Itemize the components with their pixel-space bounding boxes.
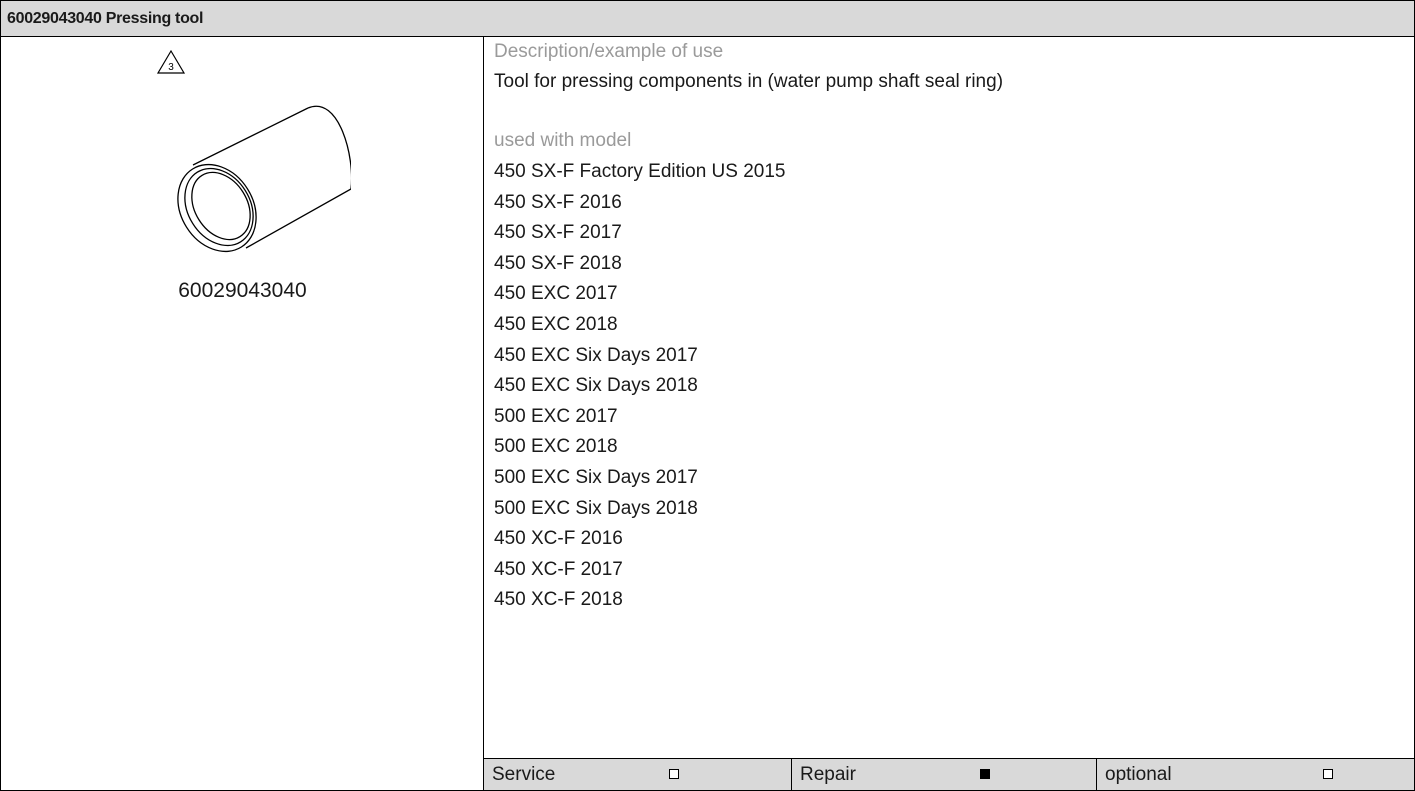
models-label: used with model <box>494 130 632 151</box>
pressing-tool-icon <box>177 105 351 253</box>
model-item: 500 EXC 2017 <box>494 405 618 427</box>
model-item: 500 EXC 2018 <box>494 436 618 458</box>
model-item: 450 XC-F 2018 <box>494 589 623 611</box>
tool-sheet: 60029043040 Pressing tool 3 60029043040 <box>0 0 1415 791</box>
warning-number: 3 <box>168 62 174 73</box>
model-item: 450 EXC Six Days 2018 <box>494 375 698 397</box>
usage-footer: Service Repair optional <box>484 758 1414 790</box>
description-text: Tool for pressing components in (water p… <box>494 71 1004 92</box>
repair-label: Repair <box>800 764 856 785</box>
model-item: 450 EXC Six Days 2017 <box>494 344 698 366</box>
tool-image-panel: 3 60029043040 <box>1 37 484 790</box>
repair-cell: Repair <box>791 759 1096 790</box>
service-label: Service <box>492 764 556 785</box>
repair-checkbox <box>980 769 990 779</box>
optional-cell: optional <box>1096 759 1414 790</box>
part-number: 60029043040 <box>178 279 307 302</box>
model-item: 500 EXC Six Days 2018 <box>494 497 698 519</box>
tool-header: 60029043040 Pressing tool <box>1 1 1414 37</box>
warning-triangle-icon: 3 <box>156 49 186 74</box>
optional-checkbox <box>1323 769 1333 779</box>
tool-title: 60029043040 Pressing tool <box>7 10 204 27</box>
tool-details-panel: Description/example of use Tool for pres… <box>484 37 1414 790</box>
model-item: 450 SX-F 2016 <box>494 191 622 213</box>
optional-label: optional <box>1105 764 1172 785</box>
model-item: 450 XC-F 2017 <box>494 558 623 580</box>
description-label: Description/example of use <box>494 41 724 62</box>
model-item: 450 SX-F 2018 <box>494 252 622 274</box>
model-item: 450 XC-F 2016 <box>494 528 623 550</box>
service-checkbox <box>669 769 679 779</box>
model-item: 450 EXC 2017 <box>494 283 618 305</box>
model-item: 500 EXC Six Days 2017 <box>494 467 698 488</box>
model-item: 450 SX-F 2017 <box>494 222 622 244</box>
model-item: 450 SX-F Factory Edition US 2015 <box>494 161 786 182</box>
service-cell: Service <box>484 759 791 790</box>
model-item: 450 EXC 2018 <box>494 314 618 335</box>
